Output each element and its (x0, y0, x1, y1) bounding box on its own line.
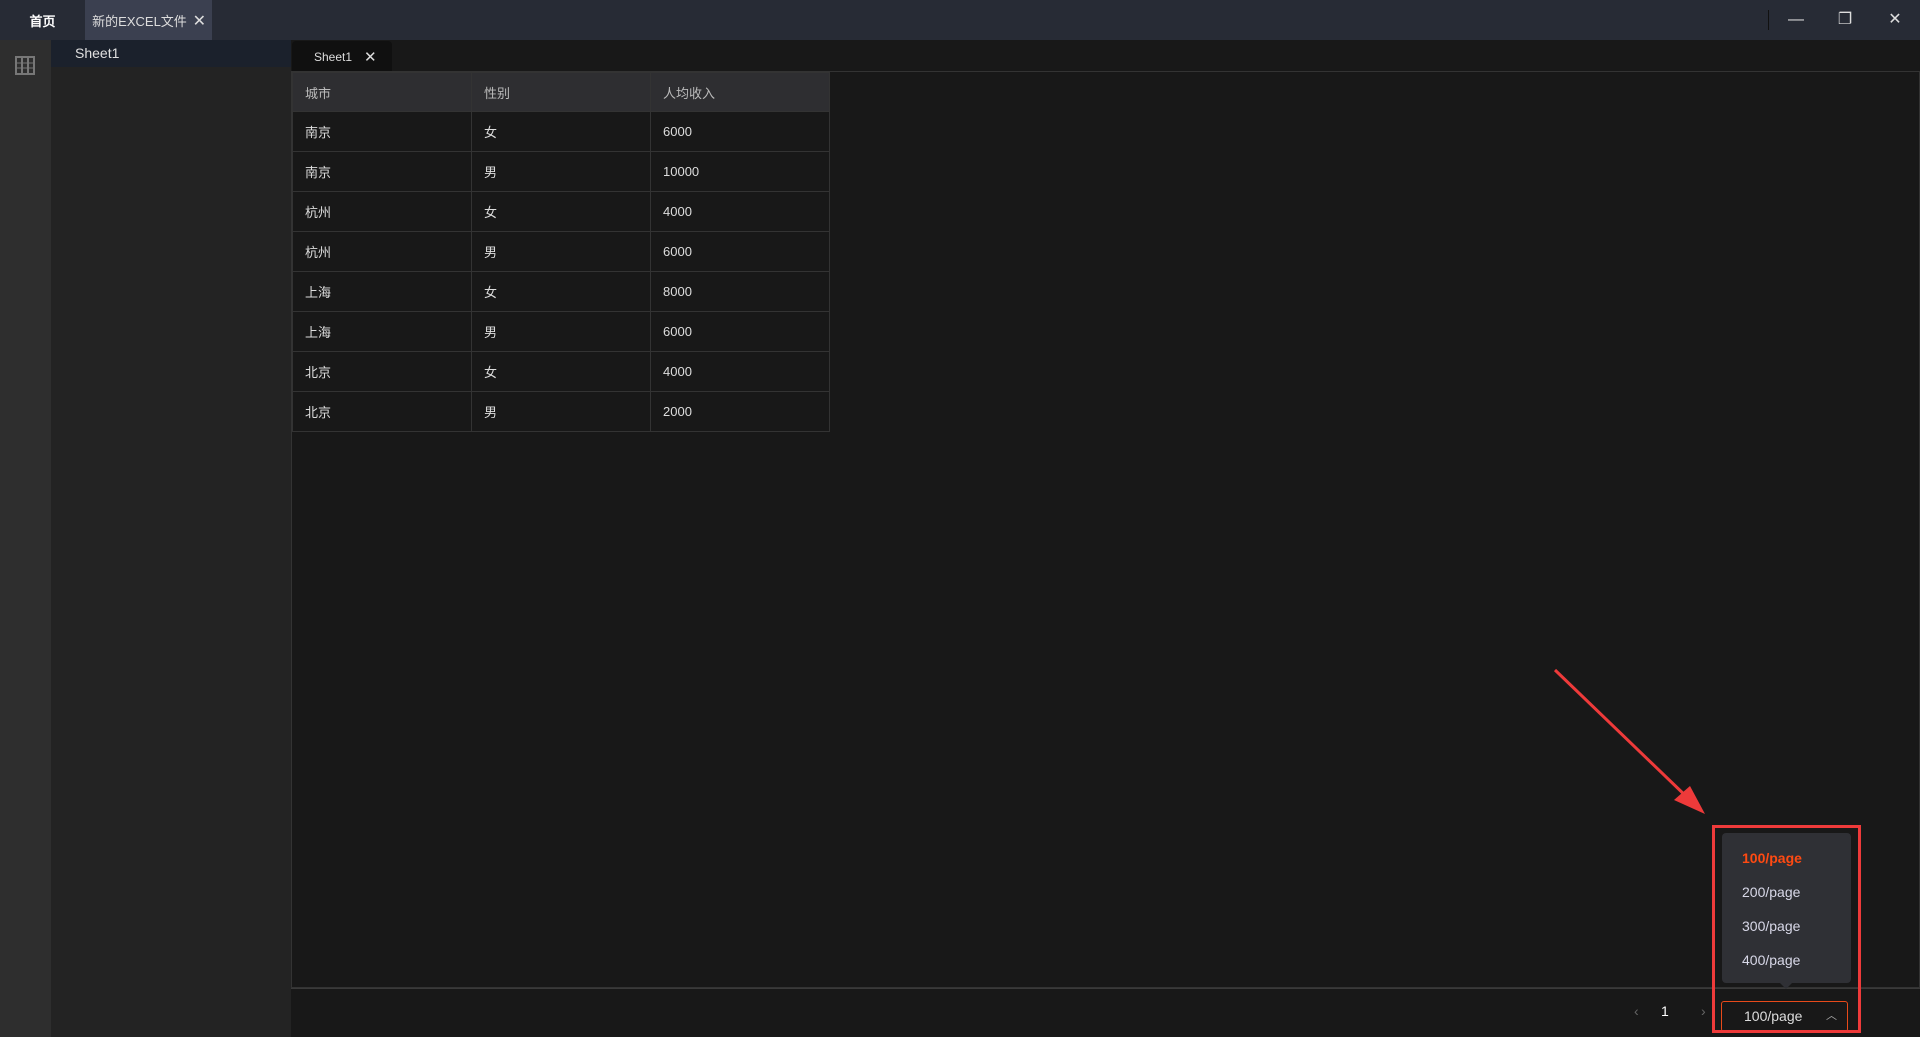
annotation-highlight-box (1712, 825, 1861, 1033)
table-cell[interactable]: 上海 (292, 271, 472, 312)
close-window-button[interactable]: ✕ (1875, 6, 1915, 34)
page-number[interactable]: 1 (1661, 1003, 1669, 1019)
table-cell[interactable]: 杭州 (292, 231, 472, 272)
table-cell[interactable]: 8000 (650, 271, 830, 312)
table-cell[interactable]: 男 (471, 311, 651, 352)
tab-label: 首页 (29, 13, 56, 29)
table-cell[interactable]: 女 (471, 191, 651, 232)
data-table: 城市 性别 人均收入 南京女 6000 南京男 10000 杭州女 4000 杭州男 6000… (292, 72, 830, 432)
table-row: 北京男 2000 (292, 391, 830, 432)
table-cell[interactable]: 女 (471, 111, 651, 152)
table-cell[interactable]: 男 (471, 391, 651, 432)
table-row: 南京女 6000 (292, 111, 830, 152)
divider (1768, 10, 1769, 30)
tab-label: 新的EXCEL文件 (92, 13, 187, 29)
table-cell[interactable]: 10000 (650, 151, 830, 192)
table-row: 杭州男 6000 (292, 231, 830, 272)
close-icon[interactable]: ✕ (364, 48, 377, 66)
title-bar: 首页 新的EXCEL文件 ✕ — ❐ ✕ (0, 0, 1920, 40)
table-cell[interactable]: 杭州 (292, 191, 472, 232)
sheet-list-item[interactable]: Sheet1 (51, 40, 291, 67)
table-cell[interactable]: 2000 (650, 391, 830, 432)
table-row: 杭州女 4000 (292, 191, 830, 232)
table-cell[interactable]: 女 (471, 351, 651, 392)
table-row: 北京女 4000 (292, 351, 830, 392)
table-cell[interactable]: 男 (471, 151, 651, 192)
table-cell[interactable]: 4000 (650, 351, 830, 392)
minimize-button[interactable]: — (1776, 6, 1816, 34)
table-row: 上海女 8000 (292, 271, 830, 312)
data-grid: 城市 性别 人均收入 南京女 6000 南京男 10000 杭州女 4000 杭州男 6000… (291, 71, 1920, 988)
next-page-button[interactable]: › (1701, 1003, 1706, 1019)
table-cell[interactable]: 上海 (292, 311, 472, 352)
table-cell[interactable]: 南京 (292, 111, 472, 152)
column-header[interactable]: 城市 (292, 72, 472, 112)
column-header[interactable]: 性别 (471, 72, 651, 112)
table-cell[interactable]: 6000 (650, 231, 830, 272)
table-cell[interactable]: 南京 (292, 151, 472, 192)
sheet-list: Sheet1 (51, 40, 291, 1037)
building-icon[interactable] (14, 54, 36, 76)
table-cell[interactable]: 北京 (292, 351, 472, 392)
sheet-tab[interactable]: Sheet1 ✕ (292, 41, 392, 72)
content-area: Sheet1 ✕ 城市 性别 人均收入 南京女 6000 南京男 10000 杭州女 400… (291, 40, 1920, 1037)
prev-page-button[interactable]: ‹ (1634, 1003, 1639, 1019)
table-cell[interactable]: 4000 (650, 191, 830, 232)
tab-home[interactable]: 首页 (0, 0, 85, 40)
table-cell[interactable]: 女 (471, 271, 651, 312)
restore-button[interactable]: ❐ (1825, 6, 1865, 34)
table-cell[interactable]: 6000 (650, 111, 830, 152)
close-icon[interactable]: ✕ (193, 11, 206, 31)
table-cell[interactable]: 6000 (650, 311, 830, 352)
table-cell[interactable]: 北京 (292, 391, 472, 432)
sheet-tab-label: Sheet1 (314, 49, 353, 64)
icon-sidebar (0, 40, 51, 1037)
table-cell[interactable]: 男 (471, 231, 651, 272)
table-row: 南京男 10000 (292, 151, 830, 192)
column-header[interactable]: 人均收入 (650, 72, 830, 112)
tab-excel-file[interactable]: 新的EXCEL文件 ✕ (85, 0, 212, 40)
pagination: ‹ 1 › 100/page ︿ (291, 988, 1920, 1037)
table-row: 上海男 6000 (292, 311, 830, 352)
